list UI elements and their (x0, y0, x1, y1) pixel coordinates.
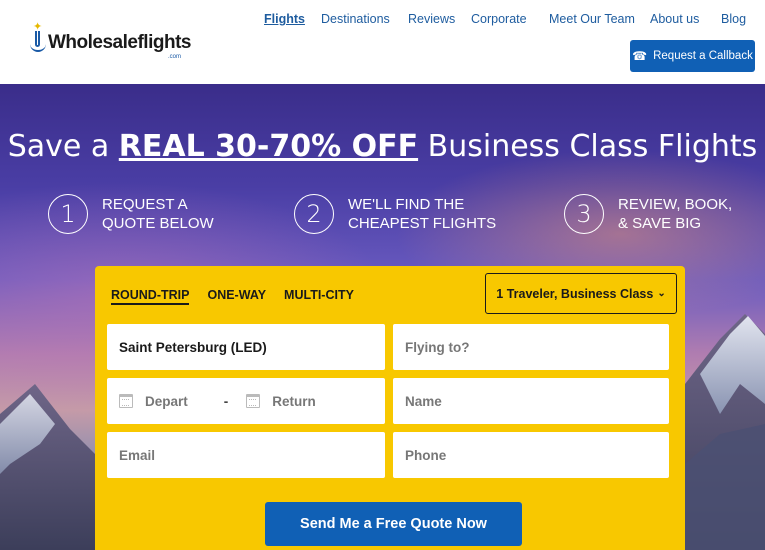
calendar-icon (246, 394, 261, 408)
nav-corporate[interactable]: Corporate (471, 12, 527, 26)
site-header: ✦ Wholesaleflights .com Flights Destinat… (0, 0, 765, 84)
tab-round-trip[interactable]: ROUND-TRIP (111, 288, 190, 305)
quote-form-card: ROUND-TRIP ONE-WAY MULTI-CITY 1 Traveler… (95, 266, 685, 550)
tab-multi-city[interactable]: MULTI-CITY (284, 288, 354, 305)
dates-field: Depart - Return (107, 378, 385, 424)
logo-figure-icon: ✦ (30, 22, 46, 52)
step-label: WE'LL FIND THE CHEAPEST FLIGHTS (348, 196, 497, 232)
callback-label: Request a Callback (653, 50, 753, 62)
nav-destinations[interactable]: Destinations (321, 12, 390, 26)
calendar-icon (119, 394, 133, 408)
logo-sub: .com (167, 54, 181, 60)
flying-to-input[interactable]: Flying to? (393, 324, 669, 370)
send-quote-button[interactable]: Send Me a Free Quote Now (265, 502, 522, 546)
step-number: 2 (294, 194, 334, 234)
step-number: 1 (48, 194, 88, 234)
date-separator: - (223, 393, 229, 409)
trip-type-tabs: ROUND-TRIP ONE-WAY MULTI-CITY (111, 288, 372, 305)
phone-icon: ☎ (632, 49, 648, 63)
phone-input[interactable]: Phone (393, 432, 669, 478)
nav-reviews[interactable]: Reviews (408, 12, 455, 26)
step-2: 2 WE'LL FIND THE CHEAPEST FLIGHTS (294, 194, 496, 234)
travelers-class-value: 1 Traveler, Business Class (496, 286, 654, 301)
nav-flights[interactable]: Flights (264, 12, 305, 26)
email-input[interactable]: Email (107, 432, 385, 478)
step-label: REVIEW, BOOK, & SAVE BIG (618, 196, 733, 232)
depart-date-input[interactable]: Depart (119, 394, 188, 409)
site-logo[interactable]: ✦ Wholesaleflights .com (30, 22, 191, 60)
return-date-input[interactable]: Return (246, 394, 316, 409)
flying-from-input[interactable]: Saint Petersburg (LED) (107, 324, 385, 370)
tab-one-way[interactable]: ONE-WAY (207, 288, 266, 305)
step-1: 1 REQUEST A QUOTE BELOW (48, 194, 214, 234)
hero-section: Save a REAL 30-70% OFF Business Class Fl… (0, 84, 765, 550)
nav-about-us[interactable]: About us (650, 12, 699, 26)
step-3: 3 REVIEW, BOOK, & SAVE BIG (564, 194, 732, 234)
request-callback-button[interactable]: ☎ Request a Callback (630, 40, 755, 72)
logo-text: Wholesaleflights .com (48, 32, 191, 60)
step-label: REQUEST A QUOTE BELOW (102, 196, 214, 232)
chevron-down-icon: ⌄ (657, 288, 666, 299)
nav-meet-our-team[interactable]: Meet Our Team (549, 12, 635, 26)
hero-title: Save a REAL 30-70% OFF Business Class Fl… (7, 129, 758, 164)
nav-blog[interactable]: Blog (721, 12, 746, 26)
name-input[interactable]: Name (393, 378, 669, 424)
travelers-class-select[interactable]: 1 Traveler, Business Class ⌄ (485, 273, 677, 314)
step-number: 3 (564, 194, 604, 234)
hero-title-highlight: REAL 30-70% OFF (118, 129, 419, 164)
